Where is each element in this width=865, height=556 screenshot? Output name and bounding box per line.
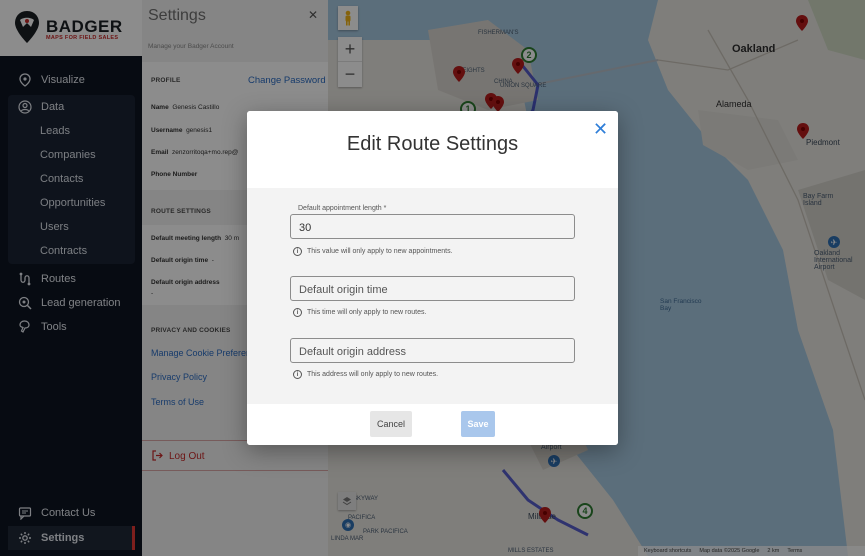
modal-close-icon[interactable]: ✕ [593,119,608,140]
appointment-length-input[interactable]: 30 [290,214,575,239]
modal-header: Edit Route Settings ✕ [247,111,618,188]
cancel-button[interactable]: Cancel [370,411,412,437]
modal-title: Edit Route Settings [346,133,519,155]
info-icon: i [293,370,302,379]
origin-address-input[interactable]: Default origin address [290,338,575,363]
appointment-length-label: Default appointment length * [296,205,389,212]
appointment-hint: i This value will only apply to new appo… [293,247,453,256]
save-button[interactable]: Save [461,411,495,437]
origin-address-hint: i This address will only apply to new ro… [293,370,438,379]
info-icon: i [293,247,302,256]
edit-route-settings-dialog: Edit Route Settings ✕ 30 Default appoint… [247,111,618,445]
modal-footer [247,404,618,445]
origin-time-input[interactable]: Default origin time [290,276,575,301]
origin-time-hint: i This time will only apply to new route… [293,308,426,317]
info-icon: i [293,308,302,317]
